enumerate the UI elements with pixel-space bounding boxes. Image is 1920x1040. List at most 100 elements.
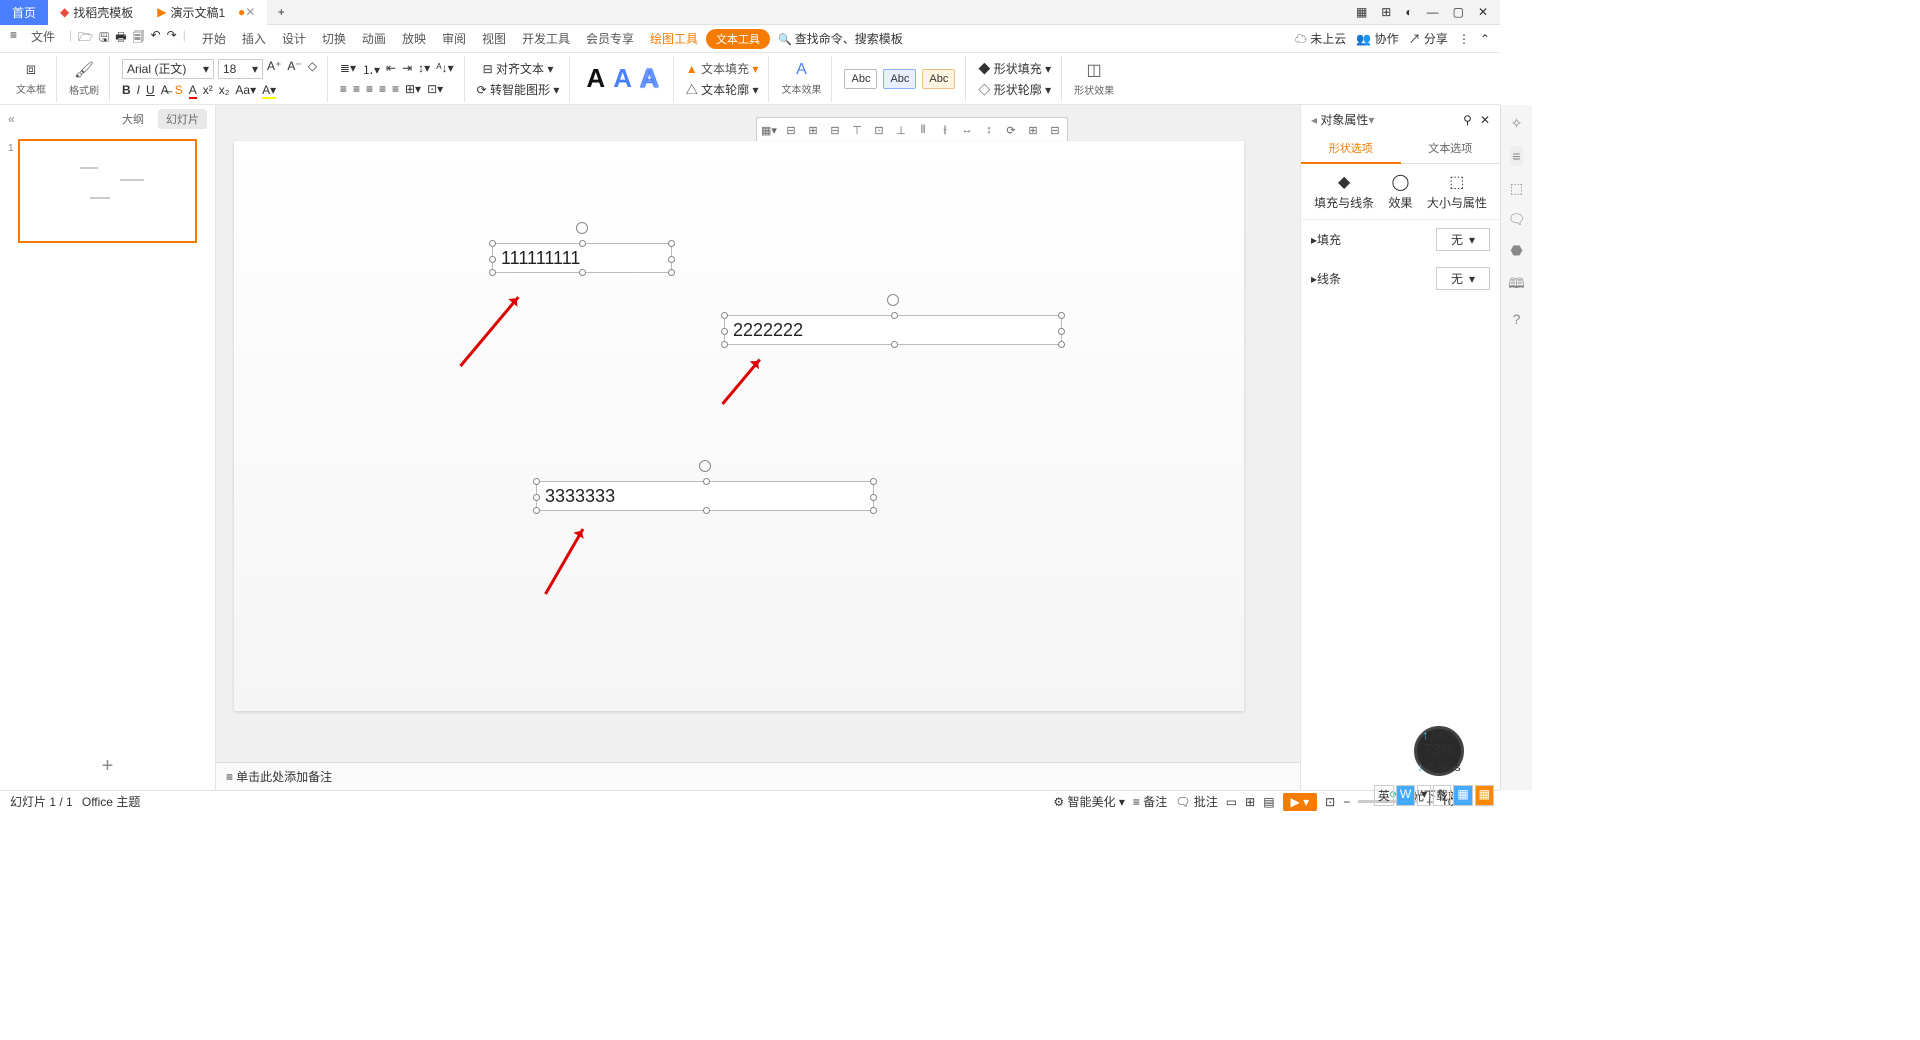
effects-tab[interactable]: ◯效果 — [1388, 172, 1412, 211]
indent-inc-button[interactable]: ⇥ — [402, 61, 412, 78]
underline-button[interactable]: U — [146, 83, 155, 99]
menu-dev[interactable]: 开发工具 — [514, 30, 578, 47]
shape-style-1[interactable]: Abc — [844, 69, 877, 89]
sidetool-design-icon[interactable]: ✧ — [1511, 115, 1523, 132]
ctx-group-icon[interactable]: ▦▾ — [760, 121, 778, 139]
slide-canvas[interactable]: 111111111 2222222 3333333 — [234, 141, 1244, 711]
grid-icon[interactable]: ▦ — [1356, 5, 1367, 19]
align-center-button[interactable]: ≡ — [353, 82, 360, 96]
italic-button[interactable]: I — [137, 83, 140, 99]
sidetool-select-icon[interactable]: ⬚ — [1510, 180, 1523, 197]
font-name-select[interactable]: Arial (正文)▾ — [122, 59, 214, 79]
maximize-button[interactable]: ▢ — [1453, 5, 1464, 19]
menu-icon[interactable]: ≡ — [10, 28, 17, 49]
view-reading-icon[interactable]: ▤ — [1263, 795, 1274, 809]
align-right-button[interactable]: ≡ — [366, 82, 373, 96]
ctx-dist-v-icon[interactable]: ⫲ — [936, 121, 954, 139]
shadow-button[interactable]: S — [175, 83, 183, 99]
group-textbox[interactable]: ⧈文本框 — [10, 56, 57, 102]
search-box[interactable]: 🔍 查找命令、搜索模板 — [778, 30, 903, 47]
strike-button[interactable]: A̶ — [161, 83, 169, 99]
sidetool-comment-icon[interactable]: 🗨 — [1508, 211, 1526, 228]
convert-smart-button[interactable]: ⟳ 转智能图形 ▾ — [477, 81, 560, 98]
slideshow-button[interactable]: ▶ ▾ — [1283, 793, 1318, 811]
font-color-button[interactable]: A — [189, 83, 197, 99]
columns-button[interactable]: ⊞▾ — [405, 82, 421, 96]
close-button[interactable]: ✕ — [1478, 5, 1488, 19]
group-text-effect[interactable]: A文本效果 — [775, 56, 832, 102]
wordart-style-2[interactable]: A — [609, 63, 636, 94]
tab-home[interactable]: 首页 — [0, 0, 48, 25]
highlight-button[interactable]: A▾ — [262, 83, 276, 99]
ctx-dist-h-icon[interactable]: ⫴ — [914, 121, 932, 139]
menu-vip[interactable]: 会员专享 — [578, 30, 642, 47]
textbox-1[interactable]: 111111111 — [492, 243, 672, 273]
qat-print[interactable]: 🖶 — [115, 28, 126, 49]
shape-fill-button[interactable]: ◆ 形状填充 ▾ — [978, 60, 1051, 77]
menu-design[interactable]: 设计 — [274, 30, 314, 47]
shape-options-tab[interactable]: 形状选项 — [1301, 134, 1401, 164]
menu-review[interactable]: 审阅 — [434, 30, 474, 47]
comments-button[interactable]: 🗨 批注 — [1175, 793, 1218, 810]
tab-new[interactable]: + — [267, 0, 295, 25]
sidetool-bookmark-icon[interactable]: ⬣ — [1510, 242, 1522, 259]
notes-bar[interactable]: ≡ 单击此处添加备注 — [216, 762, 1300, 790]
text-options-tab[interactable]: 文本选项 — [1401, 134, 1501, 164]
ctx-align-bottom-icon[interactable]: ⊥ — [892, 121, 910, 139]
shape-outline-button[interactable]: ◇ 形状轮廓 ▾ — [978, 81, 1051, 98]
ctx-align-center-icon[interactable]: ⊞ — [804, 121, 822, 139]
zoom-out-button[interactable]: − — [1343, 795, 1350, 809]
smart-beautify-button[interactable]: ⚙ 智能美化 ▾ — [1053, 793, 1124, 810]
network-speed-widget[interactable]: ↑ 0K/s 73% ↓ 0.3K/s — [1414, 726, 1464, 776]
notes-button[interactable]: ≡ 备注 — [1133, 793, 1167, 810]
menu-transition[interactable]: 切换 — [314, 30, 354, 47]
bold-button[interactable]: B — [122, 83, 131, 99]
menu-view[interactable]: 视图 — [474, 30, 514, 47]
line-spacing-button[interactable]: ↕▾ — [418, 61, 430, 78]
subscript-button[interactable]: x₂ — [219, 83, 230, 99]
ctx-align-top-icon[interactable]: ⊤ — [848, 121, 866, 139]
slide-thumbnail-1[interactable] — [18, 139, 197, 243]
file-menu[interactable]: 文件 — [23, 28, 63, 49]
fill-select[interactable]: 无▾ — [1436, 228, 1490, 251]
sidetool-settings-icon[interactable]: ≡ — [1510, 146, 1522, 166]
font-shrink-icon[interactable]: A⁻ — [287, 59, 301, 79]
slides-tab[interactable]: 幻灯片 — [158, 109, 207, 129]
qat-undo[interactable]: ↶ — [151, 28, 161, 49]
align-text-button[interactable]: ⊟ 对齐文本 ▾ — [483, 60, 554, 77]
shape-style-2[interactable]: Abc — [883, 69, 916, 89]
shape-style-3[interactable]: Abc — [922, 69, 955, 89]
indent-dec-button[interactable]: ⇤ — [386, 61, 396, 78]
align-justify-button[interactable]: ≡ — [379, 82, 386, 96]
qat-redo[interactable]: ↷ — [167, 28, 177, 49]
rotate-handle-icon[interactable] — [699, 460, 711, 472]
ctx-more-icon[interactable]: ⊞ — [1024, 121, 1042, 139]
menu-insert[interactable]: 插入 — [234, 30, 274, 47]
superscript-button[interactable]: x² — [203, 83, 213, 99]
ime-bar[interactable]: 英W▾✎▦▦ — [1374, 785, 1494, 806]
apps-icon[interactable]: ⊞ — [1381, 5, 1391, 19]
font-grow-icon[interactable]: A⁺ — [267, 59, 281, 79]
ctx-same-width-icon[interactable]: ↔ — [958, 121, 976, 139]
change-case-button[interactable]: Aa▾ — [235, 83, 256, 99]
ctx-ungroup-icon[interactable]: ⊟ — [1046, 121, 1064, 139]
qat-open[interactable]: 🗁 — [78, 28, 93, 49]
ctx-align-left-icon[interactable]: ⊟ — [782, 121, 800, 139]
menu-text-tools[interactable]: 文本工具 — [706, 29, 770, 49]
collapse-ribbon-icon[interactable]: ⌃ — [1480, 32, 1490, 46]
fill-line-tab[interactable]: ◆填充与线条 — [1314, 172, 1374, 211]
ctx-align-right-icon[interactable]: ⊟ — [826, 121, 844, 139]
wordart-style-1[interactable]: A — [582, 63, 609, 94]
share-button[interactable]: ↗ 分享 — [1409, 30, 1448, 47]
ctx-same-height-icon[interactable]: ↕ — [980, 121, 998, 139]
collab-button[interactable]: 👥 协作 — [1356, 30, 1398, 47]
qat-save[interactable]: 🖫 — [99, 28, 109, 49]
text-direction-button[interactable]: ᴬ↓▾ — [436, 61, 453, 78]
view-normal-icon[interactable]: ▭ — [1226, 795, 1237, 809]
cloud-status[interactable]: ☁ 未上云 — [1295, 30, 1346, 47]
numbering-button[interactable]: ⒈▾ — [362, 61, 380, 78]
fit-icon[interactable]: ⊡ — [1325, 795, 1335, 809]
ctx-rotate-icon[interactable]: ⟳ — [1002, 121, 1020, 139]
group-format-painter[interactable]: 🖌格式刷 — [63, 56, 110, 102]
tab-template[interactable]: ◆找稻壳模板 — [48, 0, 145, 25]
